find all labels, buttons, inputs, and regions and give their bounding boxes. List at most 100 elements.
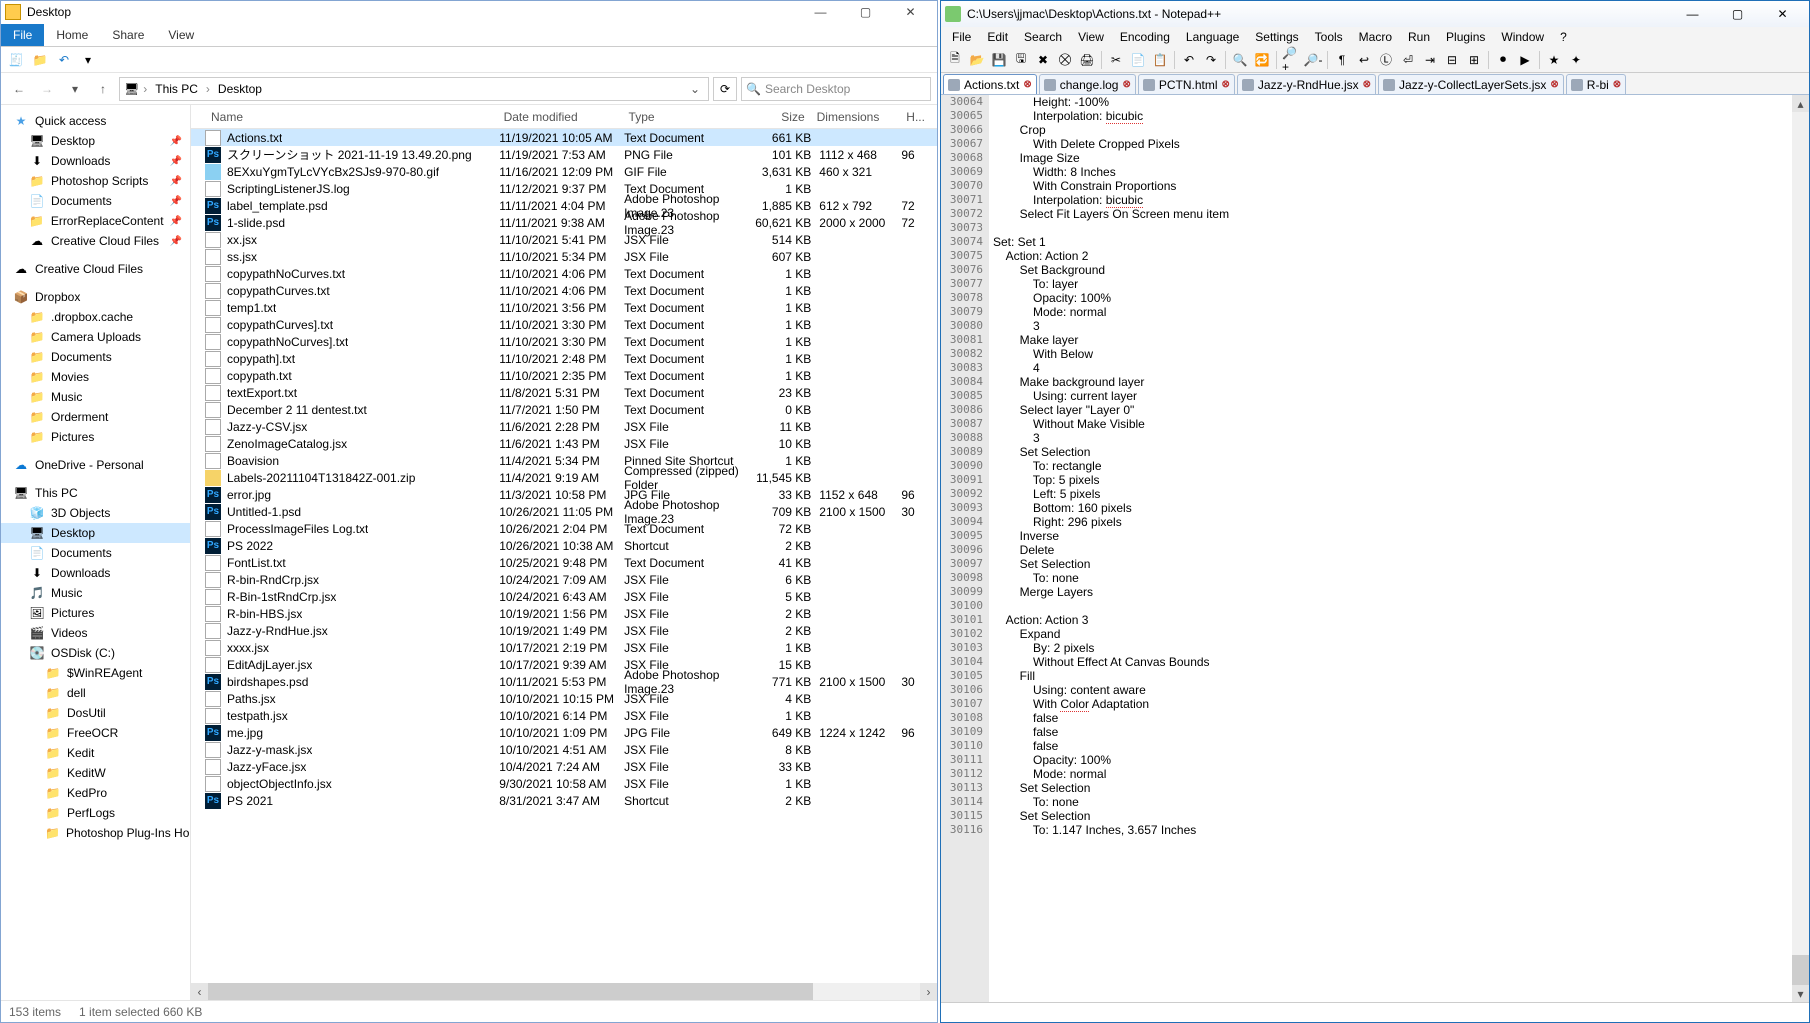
nav-item[interactable]: 🎬Videos	[1, 623, 190, 643]
close-icon[interactable]: ✖	[1033, 50, 1053, 70]
code-line[interactable]: Image Size	[993, 151, 1792, 165]
menu-window[interactable]: Window	[1494, 28, 1551, 46]
nav-item[interactable]: 📁PerfLogs	[1, 803, 190, 823]
file-row[interactable]: Paths.jsx10/10/2021 10:15 PMJSX File4 KB	[191, 690, 937, 707]
code-line[interactable]: Right: 296 pixels	[993, 515, 1792, 529]
zoom-in-icon[interactable]: 🔎+	[1281, 50, 1301, 70]
wrap-icon[interactable]: ↩	[1354, 50, 1374, 70]
file-row[interactable]: FontList.txt10/25/2021 9:48 PMText Docum…	[191, 554, 937, 571]
code-line[interactable]: Mode: normal	[993, 767, 1792, 781]
code-line[interactable]: With Delete Cropped Pixels	[993, 137, 1792, 151]
play-icon[interactable]: ▶	[1515, 50, 1535, 70]
col-size[interactable]: Size	[747, 110, 810, 124]
code-line[interactable]: Set: Set 1	[993, 235, 1792, 249]
file-row[interactable]: copypath.txt11/10/2021 2:35 PMText Docum…	[191, 367, 937, 384]
code-line[interactable]: Height: -100%	[993, 95, 1792, 109]
code-line[interactable]: Inverse	[993, 529, 1792, 543]
nav-item[interactable]: 📁KeditW	[1, 763, 190, 783]
scroll-thumb[interactable]	[208, 983, 813, 1000]
file-row[interactable]: textExport.txt11/8/2021 5:31 PMText Docu…	[191, 384, 937, 401]
search-box[interactable]: 🔍 Search Desktop	[741, 77, 931, 101]
code-line[interactable]: Select Fit Layers On Screen menu item	[993, 207, 1792, 221]
nav-item[interactable]: 📁$WinREAgent	[1, 663, 190, 683]
menu-?[interactable]: ?	[1553, 28, 1574, 46]
file-row[interactable]: Psスクリーンショット 2021-11-19 13.49.20.png11/19…	[191, 146, 937, 163]
menu-view[interactable]: View	[1071, 28, 1111, 46]
file-row[interactable]: copypathNoCurves.txt11/10/2021 4:06 PMTe…	[191, 265, 937, 282]
nav-forward-button[interactable]: →	[35, 77, 59, 101]
menu-edit[interactable]: Edit	[980, 28, 1015, 46]
code-line[interactable]: Interpolation: bicubic	[993, 109, 1792, 123]
file-row[interactable]: R-bin-HBS.jsx10/19/2021 1:56 PMJSX File2…	[191, 605, 937, 622]
new-folder-icon[interactable]: 📁	[31, 51, 49, 69]
code-line[interactable]: Make background layer	[993, 375, 1792, 389]
menu-search[interactable]: Search	[1017, 28, 1069, 46]
indent-icon[interactable]: ⇥	[1420, 50, 1440, 70]
col-type[interactable]: Type	[623, 110, 748, 124]
nav-item[interactable]: 📁dell	[1, 683, 190, 703]
breadcrumb-this-pc[interactable]: This PC	[151, 82, 202, 96]
code-area[interactable]: Height: -100% Interpolation: bicubic Cro…	[989, 95, 1792, 1002]
file-row[interactable]: PsPS 20218/31/2021 3:47 AMShortcut2 KB	[191, 792, 937, 809]
toolbar[interactable]: 🗎📂💾🖫✖⛒🖨✂📄📋↶↷🔍🔁🔎+🔎-¶↩Ⓛ⏎⇥⊟⊞⏺▶★✦	[941, 47, 1809, 73]
code-line[interactable]: Set Selection	[993, 809, 1792, 823]
tab-close-icon[interactable]: ⊗	[1023, 79, 1031, 90]
new-icon[interactable]: 🗎	[945, 50, 965, 70]
navigation-pane[interactable]: ★Quick access🖥Desktop📌⬇Downloads📌📁Photos…	[1, 105, 191, 1000]
nav-item[interactable]: 📁Kedit	[1, 743, 190, 763]
scroll-right-icon[interactable]: ›	[920, 983, 937, 1000]
file-row[interactable]: 8EXxuYgmTyLcVYcBx2SJs9-970-80.gif11/16/2…	[191, 163, 937, 180]
col-date[interactable]: Date modified	[498, 110, 623, 124]
nav-item[interactable]: 💽OSDisk (C:)	[1, 643, 190, 663]
code-line[interactable]: Without Make Visible	[993, 417, 1792, 431]
code-line[interactable]: Opacity: 100%	[993, 753, 1792, 767]
unfold-icon[interactable]: ⊞	[1464, 50, 1484, 70]
col-h[interactable]: H...	[900, 110, 937, 124]
chevron-right-icon[interactable]: ›	[143, 82, 147, 96]
ribbon-tab-view[interactable]: View	[156, 24, 206, 46]
npp-titlebar[interactable]: C:\Users\jjmac\Desktop\Actions.txt - Not…	[941, 1, 1809, 27]
code-line[interactable]: By: 2 pixels	[993, 641, 1792, 655]
nav-item[interactable]: 📄Documents	[1, 543, 190, 563]
code-line[interactable]: With Constrain Proportions	[993, 179, 1792, 193]
scroll-up-icon[interactable]: ▴	[1792, 95, 1809, 112]
lang-icon[interactable]: Ⓛ	[1376, 50, 1396, 70]
doc-tab[interactable]: change.log⊗	[1039, 74, 1136, 94]
nav-item[interactable]: 🎵Music	[1, 583, 190, 603]
code-line[interactable]: Make layer	[993, 333, 1792, 347]
code-line[interactable]: 4	[993, 361, 1792, 375]
file-row[interactable]: R-bin-RndCrp.jsx10/24/2021 7:09 AMJSX Fi…	[191, 571, 937, 588]
doc-tab[interactable]: Actions.txt⊗	[943, 74, 1037, 94]
nav-item[interactable]: 📁ErrorReplaceContent📌	[1, 211, 190, 231]
code-line[interactable]: Using: current layer	[993, 389, 1792, 403]
nav-item[interactable]: 📁Documents	[1, 347, 190, 367]
nav-item[interactable]: 📄Documents📌	[1, 191, 190, 211]
file-row[interactable]: xx.jsx11/10/2021 5:41 PMJSX File514 KB	[191, 231, 937, 248]
file-row[interactable]: Pserror.jpg11/3/2021 10:58 PMJPG File33 …	[191, 486, 937, 503]
save-all-icon[interactable]: 🖫	[1011, 50, 1031, 70]
maximize-button[interactable]: ▢	[1715, 3, 1760, 25]
close-button[interactable]: ✕	[888, 1, 933, 23]
code-line[interactable]: Fill	[993, 669, 1792, 683]
file-row[interactable]: Boavision11/4/2021 5:34 PMPinned Site Sh…	[191, 452, 937, 469]
file-row[interactable]: Jazz-y-RndHue.jsx10/19/2021 1:49 PMJSX F…	[191, 622, 937, 639]
redo-icon[interactable]: ↷	[1201, 50, 1221, 70]
code-line[interactable]: To: layer	[993, 277, 1792, 291]
code-line[interactable]: false	[993, 711, 1792, 725]
file-row[interactable]: ss.jsx11/10/2021 5:34 PMJSX File607 KB	[191, 248, 937, 265]
file-row[interactable]: xxxx.jsx10/17/2021 2:19 PMJSX File1 KB	[191, 639, 937, 656]
nav-item[interactable]: 🖼Pictures	[1, 603, 190, 623]
nav-item[interactable]: 📁DosUtil	[1, 703, 190, 723]
file-row[interactable]: R-Bin-1stRndCrp.jsx10/24/2021 6:43 AMJSX…	[191, 588, 937, 605]
menu-macro[interactable]: Macro	[1352, 28, 1399, 46]
code-line[interactable]: false	[993, 739, 1792, 753]
file-row[interactable]: copypathCurves].txt11/10/2021 3:30 PMTex…	[191, 316, 937, 333]
undo-icon[interactable]: ↶	[1179, 50, 1199, 70]
file-row[interactable]: December 2 11 dentest.txt11/7/2021 1:50 …	[191, 401, 937, 418]
nav-item[interactable]: 📁Photoshop Scripts📌	[1, 171, 190, 191]
address-dropdown-icon[interactable]: ⌄	[686, 82, 704, 96]
code-line[interactable]	[993, 221, 1792, 235]
nav-item[interactable]: 📁Music	[1, 387, 190, 407]
code-line[interactable]: 3	[993, 319, 1792, 333]
scroll-down-icon[interactable]: ▾	[1792, 985, 1809, 1002]
